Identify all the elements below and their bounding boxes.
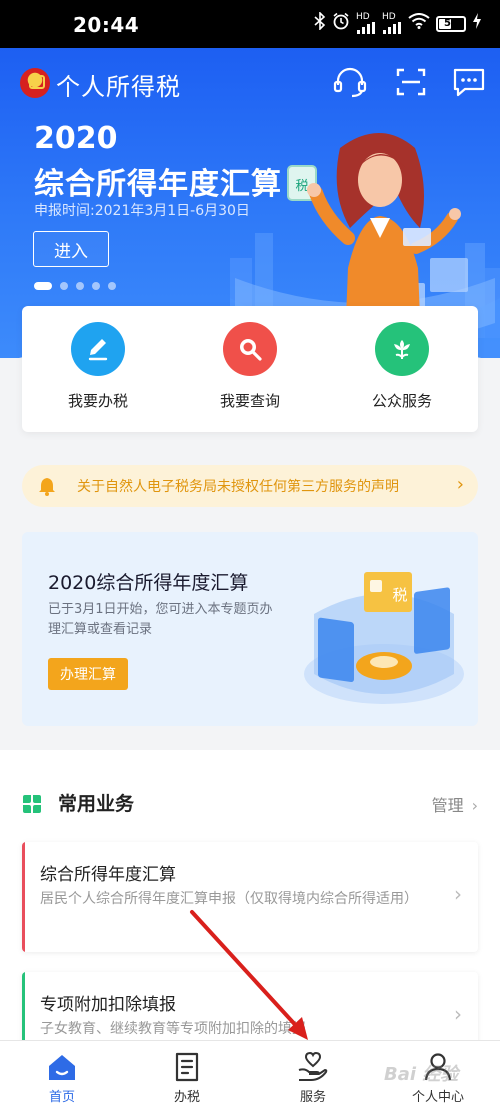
quick-services-card: 我要办税 我要查询 公众服务 xyxy=(22,306,478,432)
hd-label-1: HD xyxy=(356,12,370,22)
enter-button[interactable]: 进入 xyxy=(33,231,109,267)
business-item-title: 专项附加扣除填报 xyxy=(40,995,176,1015)
chevron-right-icon: › xyxy=(454,882,462,906)
customer-service-icon[interactable] xyxy=(332,65,368,99)
battery-level: 50 xyxy=(444,18,458,29)
shield-badge-text: 税 xyxy=(295,179,308,194)
bluetooth-icon xyxy=(314,11,326,35)
signal-icon-1: HD xyxy=(356,13,376,34)
flower-icon xyxy=(375,322,429,376)
signal-icon-2: HD xyxy=(382,13,402,34)
carousel-indicator[interactable] xyxy=(34,282,116,290)
tax-emblem-logo xyxy=(20,68,50,98)
notice-banner[interactable]: 关于自然人电子税务局未授权任何第三方服务的声明 › xyxy=(22,465,478,507)
carousel-dot[interactable] xyxy=(60,282,68,290)
manage-label: 管理 xyxy=(431,796,464,815)
quick-service-label: 公众服务 xyxy=(371,392,432,410)
carousel-dot[interactable] xyxy=(92,282,100,290)
accent-bar xyxy=(22,842,25,952)
annual-settlement-card[interactable]: 2020综合所得年度汇算 已于3月1日开始，您可进入本专题页办理汇算或查看记录 … xyxy=(22,532,478,726)
quick-service-public[interactable]: 公众服务 xyxy=(332,322,472,411)
notice-text: 关于自然人电子税务局未授权任何第三方服务的声明 xyxy=(77,479,399,495)
tab-home[interactable]: 首页 xyxy=(12,1051,112,1105)
banner-subtitle: 申报时间:2021年3月1日-6月30日 xyxy=(34,203,250,219)
quick-service-tax[interactable]: 我要办税 xyxy=(28,322,168,411)
scan-icon[interactable] xyxy=(393,65,429,99)
app-title: 个人所得税 xyxy=(56,73,181,101)
pen-edit-icon xyxy=(71,322,125,376)
status-time: 20:44 xyxy=(73,13,140,37)
home-icon xyxy=(49,1055,75,1080)
promo-badge-text: 税 xyxy=(392,586,407,604)
business-item-annual-settlement[interactable]: 综合所得年度汇算 居民个人综合所得年度汇算申报（仅取得境内综合所得适用） › xyxy=(22,842,478,952)
tab-tax[interactable]: 办税 xyxy=(137,1051,237,1105)
app-screen: 20:44 HD HD 50 个人所得税 2020 综合所得年度汇算 申报时间:… xyxy=(0,0,500,1111)
battery-icon: 50 xyxy=(436,15,466,32)
grid-leaf-icon xyxy=(23,795,41,813)
section-title: 常用业务 xyxy=(58,793,135,815)
tab-service[interactable]: 服务 xyxy=(263,1051,363,1105)
settlement-illustration: 税 xyxy=(304,572,464,704)
wifi-icon xyxy=(408,13,430,34)
search-icon xyxy=(223,322,277,376)
chevron-right-icon: › xyxy=(471,796,478,815)
tab-label: 办税 xyxy=(173,1090,200,1105)
quick-service-label: 我要办税 xyxy=(67,392,128,410)
quick-service-query[interactable]: 我要查询 xyxy=(180,322,320,411)
chevron-right-icon: › xyxy=(456,474,464,495)
manage-link[interactable]: 管理 › xyxy=(432,792,478,816)
carousel-dot[interactable] xyxy=(108,282,116,290)
business-item-desc: 子女教育、继续教育等专项附加扣除的填报 xyxy=(40,1021,306,1037)
status-bar: 20:44 HD HD 50 xyxy=(0,0,500,48)
status-icons: HD HD 50 xyxy=(314,11,482,35)
charging-icon xyxy=(472,13,482,34)
banner-year: 2020 xyxy=(34,121,118,156)
carousel-dot[interactable] xyxy=(34,282,52,290)
handle-settlement-button[interactable]: 办理汇算 xyxy=(48,658,128,690)
watermark: Bai 经验 xyxy=(384,1064,459,1085)
business-item-title: 综合所得年度汇算 xyxy=(40,865,176,885)
quick-service-label: 我要查询 xyxy=(219,392,280,410)
chevron-right-icon: › xyxy=(454,1002,462,1026)
heart-hand-icon xyxy=(298,1051,328,1081)
hd-label-2: HD xyxy=(382,12,396,22)
promo-title: 2020综合所得年度汇算 xyxy=(48,572,249,594)
tab-label: 首页 xyxy=(48,1090,75,1105)
tab-label: 个人中心 xyxy=(411,1090,464,1105)
business-item-desc: 居民个人综合所得年度汇算申报（仅取得境内综合所得适用） xyxy=(40,891,418,907)
message-icon[interactable] xyxy=(451,65,487,99)
carousel-dot[interactable] xyxy=(76,282,84,290)
alarm-icon xyxy=(332,12,350,35)
bell-icon xyxy=(39,478,55,496)
promo-description: 已于3月1日开始，您可进入本专题页办理汇算或查看记录 xyxy=(48,602,273,637)
tab-label: 服务 xyxy=(299,1090,326,1105)
document-icon xyxy=(175,1052,199,1082)
